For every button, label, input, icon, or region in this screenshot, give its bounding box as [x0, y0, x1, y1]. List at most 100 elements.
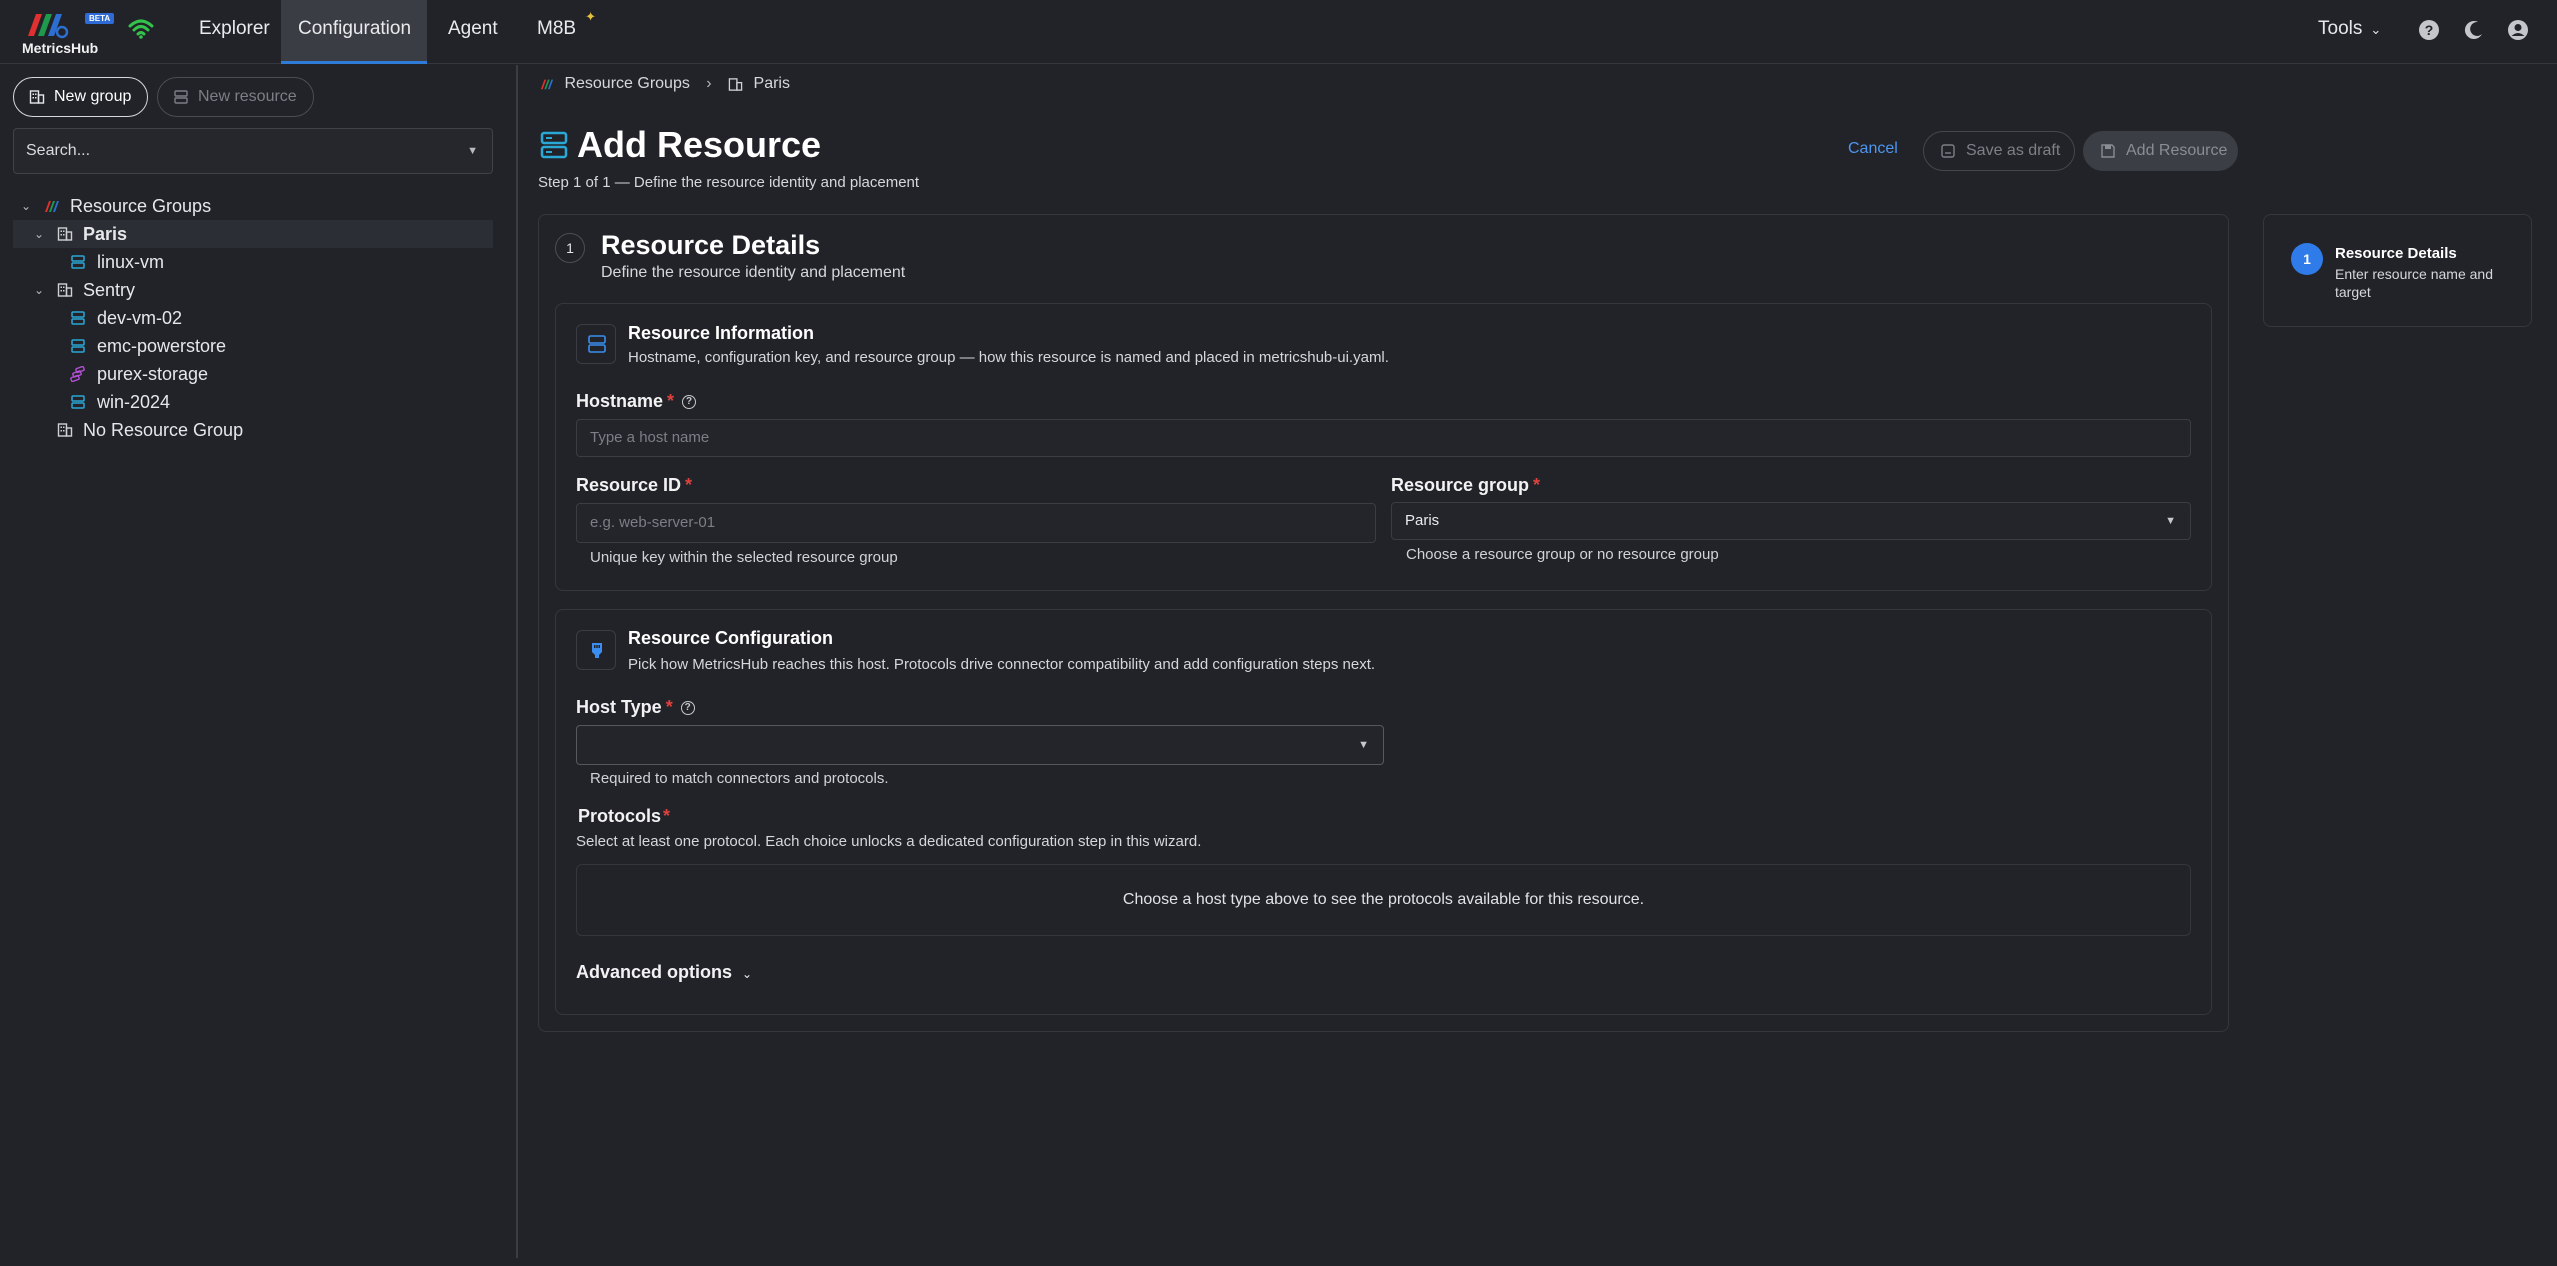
resource-id-input[interactable]: e.g. web-server-01 [576, 503, 1376, 543]
tree-item-purex-storage[interactable]: purex-storage [13, 360, 493, 388]
new-resource-label: New resource [198, 88, 297, 105]
resource-configuration-description: Pick how MetricsHub reaches this host. P… [628, 656, 1376, 673]
tree-item-win-2024[interactable]: win-2024 [13, 388, 493, 416]
nav-m8b-label: M8B [537, 18, 577, 39]
tools-menu[interactable]: Tools ⌄ [2318, 0, 2381, 58]
account-icon[interactable] [2507, 19, 2529, 41]
sparkle-icon: ✦ [585, 9, 597, 24]
chevron-down-icon: ⌄ [742, 967, 753, 981]
nav-configuration[interactable]: Configuration [281, 0, 427, 64]
beta-badge: BETA [85, 13, 115, 24]
step-subtitle: Define the resource identity and placeme… [601, 264, 906, 281]
new-group-label: New group [54, 88, 132, 105]
tree-item-paris[interactable]: ⌄ Paris [13, 220, 493, 248]
resource-information-description: Hostname, configuration key, and resourc… [628, 349, 1389, 366]
tree-label: win-2024 [97, 392, 171, 412]
chevron-down-icon: ⌄ [2370, 22, 2382, 37]
required-asterisk: * [663, 806, 671, 826]
wizard-stepper: 1 Resource Details Enter resource name a… [2263, 214, 2532, 327]
add-resource-label: Add Resource [2126, 142, 2228, 159]
tree-label: Resource Groups [70, 196, 212, 216]
new-group-button[interactable]: New group [13, 77, 149, 117]
step-number: 1 [555, 233, 585, 263]
tree-item-dev-vm-02[interactable]: dev-vm-02 [13, 304, 493, 332]
building-icon [57, 283, 73, 297]
tree-label: Paris [83, 224, 128, 244]
stepper-step-title[interactable]: Resource Details [2335, 245, 2457, 262]
metricshub-logo[interactable]: BETA MetricsHub [22, 8, 115, 56]
tree-item-emc-powerstore[interactable]: emc-powerstore [13, 332, 493, 360]
required-asterisk: * [1533, 475, 1541, 495]
chevron-down-icon: ⌄ [34, 227, 45, 241]
resource-config-icon-box [576, 630, 616, 670]
server-icon [174, 90, 188, 104]
help-icon[interactable]: ? [682, 395, 697, 410]
help-icon[interactable]: ? [2418, 19, 2440, 41]
required-asterisk: * [667, 391, 675, 411]
tree-item-resource-groups[interactable]: ⌄ Resource Groups [13, 192, 493, 220]
hostname-input[interactable]: Type a host name [576, 419, 2191, 457]
logo-text: MetricsHub [22, 40, 99, 56]
host-type-label-text: Host Type [576, 697, 662, 717]
search-select[interactable]: Search... ▼ [13, 128, 493, 174]
page-subtitle: Step 1 of 1 — Define the resource identi… [538, 174, 920, 191]
nav-explorer[interactable]: Explorer [182, 0, 287, 64]
resource-group-select[interactable]: Paris ▼ [1391, 502, 2191, 540]
help-icon[interactable]: ? [680, 701, 695, 716]
tree-item-no-resource-group[interactable]: No Resource Group [13, 416, 493, 444]
tree-label: dev-vm-02 [97, 308, 183, 328]
stepper-step-number[interactable]: 1 [2291, 243, 2323, 275]
tree-item-sentry[interactable]: ⌄ Sentry [13, 276, 493, 304]
resource-group-label-text: Resource group [1391, 475, 1530, 495]
top-bar: BETA MetricsHub Explorer Configuration A… [0, 0, 2557, 64]
required-asterisk: * [665, 697, 673, 717]
building-icon [57, 227, 73, 241]
resource-id-label-text: Resource ID [576, 475, 682, 495]
save-draft-label: Save as draft [1966, 142, 2061, 159]
save-icon [2101, 144, 2115, 158]
protocols-label: Protocols * [578, 806, 670, 827]
caret-down-icon: ▼ [1358, 739, 1369, 751]
building-icon [57, 423, 73, 437]
new-resource-button[interactable]: New resource [157, 77, 314, 117]
hostname-label: Hostname *? [576, 391, 697, 412]
tree-label: linux-vm [97, 252, 165, 272]
protocols-label-text: Protocols [578, 806, 662, 826]
building-icon [29, 90, 45, 104]
protocols-empty-state: Choose a host type above to see the prot… [576, 864, 2191, 936]
search-placeholder: Search... [26, 142, 91, 159]
save-draft-button[interactable]: Save as draft [1923, 131, 2075, 171]
breadcrumb: Resource Groups › Paris [540, 72, 790, 96]
sidebar: New group New resource Search... ▼ ⌄ Res… [0, 65, 518, 1258]
resource-groups-logo-icon [45, 201, 59, 212]
host-type-hint: Required to match connectors and protoco… [590, 770, 889, 787]
cancel-button[interactable]: Cancel [1848, 140, 1898, 158]
nav-m8b[interactable]: M8B ✦ [520, 0, 600, 64]
resource-info-icon-box [576, 324, 616, 364]
host-type-select[interactable]: ▼ [576, 725, 1384, 765]
metricshub-logo-icon [28, 14, 69, 39]
storage-icon [70, 366, 85, 382]
server-icon [71, 311, 85, 325]
dark-mode-icon[interactable] [2463, 19, 2485, 41]
tools-label: Tools [2318, 18, 2363, 39]
tree-label: purex-storage [97, 364, 209, 384]
chevron-down-icon: ⌄ [34, 283, 45, 297]
server-icon [71, 395, 85, 409]
chevron-down-icon: ⌄ [21, 199, 32, 213]
tree-item-linux-vm[interactable]: linux-vm [13, 248, 493, 276]
ethernet-plug-icon [592, 643, 602, 658]
add-resource-button[interactable]: Add Resource [2083, 131, 2238, 171]
resource-information-title: Resource Information [628, 323, 815, 343]
nav-agent[interactable]: Agent [431, 0, 515, 64]
wifi-status-icon [128, 19, 154, 39]
page-title: Add Resource [577, 124, 822, 165]
breadcrumb-root[interactable]: Resource Groups [564, 75, 689, 92]
resource-configuration-title: Resource Configuration [628, 628, 834, 648]
server-icon [71, 339, 85, 353]
server-icon [540, 131, 568, 159]
breadcrumb-current: Paris [753, 75, 790, 92]
caret-down-icon: ▼ [467, 145, 478, 157]
advanced-options-toggle[interactable]: Advanced options ⌄ [576, 962, 752, 983]
advanced-options-label: Advanced options [576, 962, 733, 982]
